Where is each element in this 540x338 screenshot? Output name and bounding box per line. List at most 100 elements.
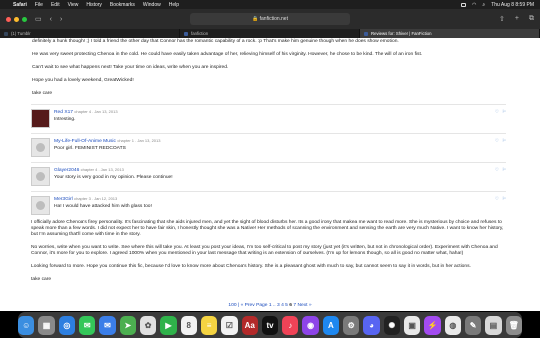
minimize-window-button[interactable] <box>14 16 19 22</box>
menu-bookmarks[interactable]: Bookmarks <box>110 2 135 8</box>
review-meta: My-Life-Full-Of-Anime Music chapter 1 . … <box>54 138 160 145</box>
tab-tumblr[interactable]: (1) Tumblr <box>0 29 180 38</box>
address-bar[interactable]: 🔒 fanfiction.net <box>190 13 350 25</box>
notes-icon[interactable]: ≡ <box>200 315 218 335</box>
review-paragraph: He was very sweet protecting Chenoa in t… <box>32 52 423 57</box>
tv-icon[interactable]: tv <box>261 315 279 335</box>
flag-icon[interactable]: ⚐ <box>502 167 506 173</box>
review-paragraph: Looking forward to more. Hope you contin… <box>31 264 471 269</box>
menu-view[interactable]: View <box>68 2 79 8</box>
mail-icon[interactable]: ✉ <box>99 315 116 335</box>
finder-icon[interactable]: ☺ <box>18 315 35 335</box>
music-icon[interactable]: ♪ <box>282 315 299 335</box>
reply-icon[interactable]: ♡ <box>495 196 499 202</box>
page-link[interactable]: 7 <box>293 303 296 308</box>
menu-file[interactable]: File <box>35 2 43 8</box>
downloads-icon[interactable]: ▤ <box>485 315 502 335</box>
menu-edit[interactable]: Edit <box>51 2 60 8</box>
menu-app-safari[interactable]: Safari <box>13 2 27 8</box>
systemprefs-icon[interactable]: ⚙ <box>343 315 360 335</box>
trash-icon[interactable]: 🗑 <box>505 315 522 335</box>
review-content: Mer3Girl chapter 3 . Jan 12, 2013 Ha! I … <box>54 196 152 215</box>
sidebar-icon[interactable]: ▭ <box>35 15 42 23</box>
lock-icon: 🔒 <box>252 16 259 22</box>
review-content: Glayer2046 chapter 4 . Jan 13, 2013 Your… <box>54 167 173 186</box>
avatar[interactable] <box>31 138 50 157</box>
reviewer-link[interactable]: Mer3Girl <box>54 197 73 202</box>
podcasts-icon[interactable]: ◉ <box>302 315 319 335</box>
close-window-button[interactable] <box>6 16 11 22</box>
review-paragraph: I officially adore Chenoa's firey person… <box>31 220 504 237</box>
web-page: definitely a hunk though! ;) I told a fr… <box>0 38 540 311</box>
dock: ☺ ▦ ◎ ✉ ✉ ➤ ✿ ▶ 8 ≡ ☑ Aa tv ♪ ◉ A ⚙ ◕ ✺ ▣ ⚡ ◍ ✎ ▤ 🗑 <box>18 312 522 338</box>
back-icon[interactable]: ‹ <box>50 16 52 23</box>
photos-icon[interactable]: ✿ <box>139 315 157 335</box>
zoom-window-button[interactable] <box>22 16 27 22</box>
tab-reviews[interactable]: Reviews for: Shiver | FanFiction <box>360 29 540 38</box>
dictionary-icon[interactable]: Aa <box>241 315 258 335</box>
review-meta: Red X17 chapter 4 . Jan 13, 2013 <box>54 109 118 116</box>
tab-label: (1) Tumblr <box>11 31 31 36</box>
calendar-icon[interactable]: 8 <box>180 315 197 335</box>
review-meta-text: chapter 3 . Jan 12, 2013 <box>74 196 118 201</box>
review-item: My-Life-Full-Of-Anime Music chapter 1 . … <box>31 133 506 162</box>
flag-icon[interactable]: ⚐ <box>502 196 506 202</box>
tab-bar: (1) Tumblr fanfiction Reviews for: Shive… <box>0 29 540 38</box>
current-page: 6 <box>289 303 292 308</box>
reply-icon[interactable]: ♡ <box>495 138 499 144</box>
avatar[interactable] <box>31 109 50 128</box>
tab-fanfiction[interactable]: fanfiction <box>180 29 360 38</box>
appstore-icon[interactable]: A <box>322 315 340 335</box>
search-icon[interactable]: ⌕ <box>482 2 485 8</box>
discord-icon[interactable]: ◕ <box>363 315 380 335</box>
flag-icon[interactable]: ⚐ <box>502 109 506 115</box>
menu-help[interactable]: Help <box>169 2 179 8</box>
launchpad-icon[interactable]: ▦ <box>38 315 55 335</box>
tab-overview-icon[interactable]: ⧉ <box>529 15 534 23</box>
reviewer-link[interactable]: Red X17 <box>54 110 73 115</box>
review-meta-text: chapter 1 . Jan 13, 2013 <box>117 138 161 143</box>
review-paragraph: definitely a hunk though! ;) I told a fr… <box>32 39 399 44</box>
flag-icon[interactable]: ⚐ <box>502 138 506 144</box>
reply-icon[interactable]: ♡ <box>495 109 499 115</box>
avatar[interactable] <box>31 196 50 215</box>
facetime-icon[interactable]: ▶ <box>160 315 177 335</box>
chatgpt-icon[interactable]: ✺ <box>383 315 401 335</box>
reminders-icon[interactable]: ☑ <box>221 315 238 335</box>
review-text: Ha! I would have attacked him with glass… <box>54 204 152 209</box>
forward-icon[interactable]: › <box>60 16 62 23</box>
maps-icon[interactable]: ➤ <box>119 315 136 335</box>
review-paragraph: No worries, write when you want to write… <box>31 245 498 256</box>
avatar[interactable] <box>31 167 50 186</box>
address-text: fanfiction.net <box>259 16 288 22</box>
reviewer-link[interactable]: Glayer2046 <box>54 168 79 173</box>
wifi-icon[interactable]: ◠ <box>472 2 476 8</box>
review-actions: ♡ ⚐ <box>495 167 506 173</box>
review-meta-text: chapter 4 . Jan 13, 2013 <box>80 167 124 172</box>
new-tab-icon[interactable]: + <box>515 15 519 23</box>
reply-icon[interactable]: ♡ <box>495 167 499 173</box>
review-actions: ♡ ⚐ <box>495 196 506 202</box>
menu-history[interactable]: History <box>86 2 102 8</box>
safari-icon[interactable]: ◎ <box>58 315 76 335</box>
messenger-icon[interactable]: ⚡ <box>424 315 441 335</box>
reviewer-link[interactable]: My-Life-Full-Of-Anime Music <box>54 139 116 144</box>
battery-icon[interactable] <box>461 2 466 7</box>
pagination: 100 | « Prev Page 1 .. 3 4 5 6 7 Next » <box>0 303 540 309</box>
review-content: My-Life-Full-Of-Anime Music chapter 1 . … <box>54 138 160 157</box>
window-controls <box>6 16 27 22</box>
review-item: Mer3Girl chapter 3 . Jan 12, 2013 Ha! I … <box>31 191 506 220</box>
menu-clock[interactable]: Thu Aug 8 8:59 PM <box>491 2 534 8</box>
review-item: Glayer2046 chapter 4 . Jan 13, 2013 Your… <box>31 162 506 191</box>
pagination-links[interactable]: 100 | « Prev Page 1 .. 3 4 5 <box>228 303 287 308</box>
review-paragraph: Hope you had a lovely weekend, GreatWick… <box>32 78 134 83</box>
messages-icon[interactable]: ✉ <box>79 315 96 335</box>
share-icon[interactable]: ⇧ <box>499 15 505 23</box>
gimp-icon[interactable]: ✎ <box>464 315 482 335</box>
review-actions: ♡ ⚐ <box>495 109 506 115</box>
next-page-link[interactable]: Next » <box>297 303 311 308</box>
review-paragraph: take care <box>31 277 52 282</box>
chrome-icon[interactable]: ◍ <box>444 315 461 335</box>
preview-icon[interactable]: ▣ <box>404 315 421 335</box>
menu-window[interactable]: Window <box>143 2 161 8</box>
